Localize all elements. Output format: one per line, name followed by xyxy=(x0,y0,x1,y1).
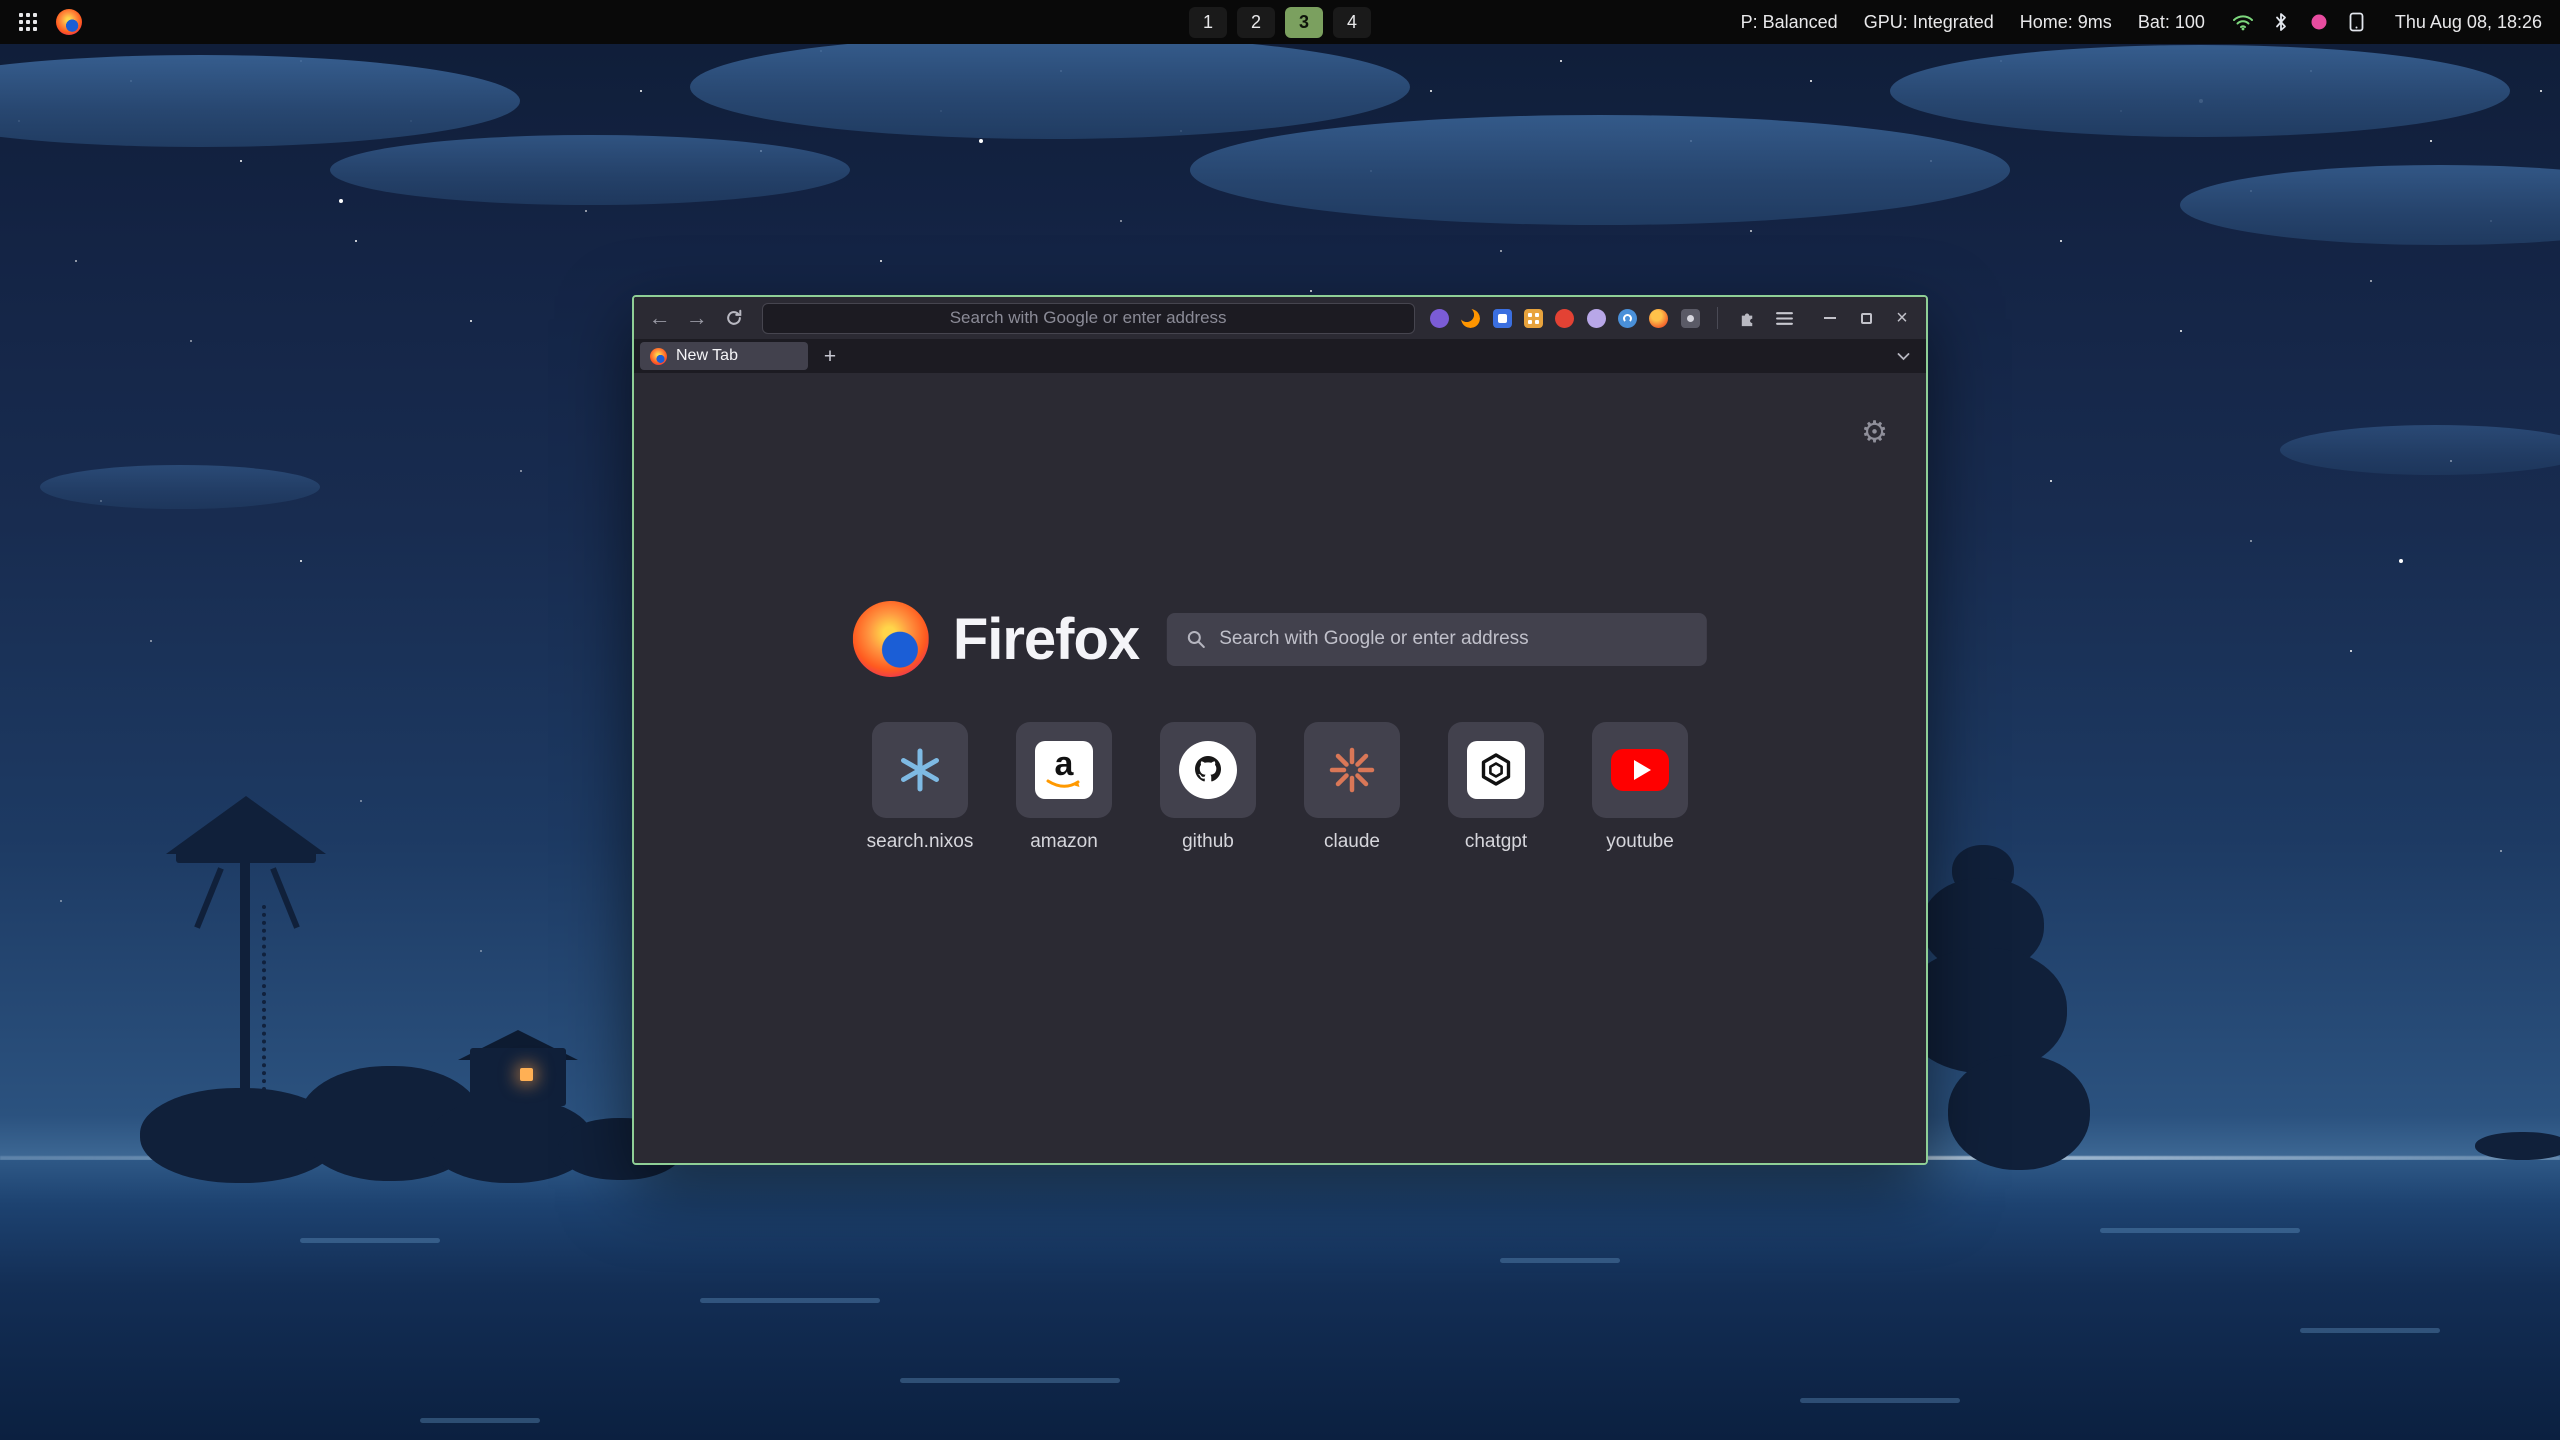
chatgpt-icon xyxy=(1467,741,1525,799)
shortcut-label: claude xyxy=(1324,831,1380,853)
top-status-bar: 1 2 3 4 P: Balanced GPU: Integrated Home… xyxy=(0,0,2560,44)
clock: Thu Aug 08, 18:26 xyxy=(2395,12,2542,33)
extension-icon-1[interactable] xyxy=(1427,305,1452,331)
search-icon xyxy=(1186,629,1206,649)
lit-window xyxy=(520,1068,533,1081)
reload-icon[interactable] xyxy=(718,302,749,334)
firefox-logo xyxy=(853,601,929,677)
home-latency-status: Home: 9ms xyxy=(2020,12,2112,33)
extension-icon-7[interactable] xyxy=(1615,305,1640,331)
workspace-4[interactable]: 4 xyxy=(1333,7,1371,38)
tab-new-tab[interactable]: New Tab xyxy=(640,342,808,370)
tab-bar: New Tab + xyxy=(634,339,1926,373)
shortcut-amazon[interactable]: a amazon xyxy=(1000,722,1128,853)
wifi-icon[interactable] xyxy=(2231,10,2255,34)
tab-title: New Tab xyxy=(676,347,738,365)
new-tab-button[interactable]: + xyxy=(816,342,844,370)
bluetooth-icon[interactable] xyxy=(2269,10,2293,34)
url-bar[interactable] xyxy=(762,303,1415,334)
newtab-hero: Firefox xyxy=(853,601,1707,677)
shortcut-claude[interactable]: claude xyxy=(1288,722,1416,853)
extension-icon-2[interactable] xyxy=(1458,305,1483,331)
extension-icon-6[interactable] xyxy=(1583,305,1608,331)
shortcut-label: youtube xyxy=(1606,831,1674,853)
shortcut-grid: search.nixos a amazon xyxy=(856,722,1704,853)
magenta-dot-icon[interactable] xyxy=(2307,10,2331,34)
battery-status: Bat: 100 xyxy=(2138,12,2205,33)
claude-icon xyxy=(1327,745,1377,795)
extension-icon-8[interactable] xyxy=(1646,305,1671,331)
workspace-3-active[interactable]: 3 xyxy=(1285,7,1323,38)
new-tab-page: ⚙ Firefox search.nixo xyxy=(634,373,1926,1163)
github-icon xyxy=(1179,741,1237,799)
apps-grid-icon[interactable] xyxy=(16,10,40,34)
shortcut-label: amazon xyxy=(1030,831,1098,853)
browser-toolbar: ← → xyxy=(634,297,1926,339)
settings-gear-icon[interactable]: ⚙ xyxy=(1861,415,1888,450)
extension-icon-4[interactable] xyxy=(1521,305,1546,331)
close-button[interactable]: × xyxy=(1888,304,1916,332)
newtab-search-bar[interactable] xyxy=(1167,613,1707,666)
ocean xyxy=(0,1160,2560,1440)
gpu-status: GPU: Integrated xyxy=(1864,12,1994,33)
cloud xyxy=(330,135,850,205)
shortcut-github[interactable]: github xyxy=(1144,722,1272,853)
workspace-switcher: 1 2 3 4 xyxy=(1189,7,1371,38)
cloud xyxy=(690,35,1410,139)
maximize-button[interactable] xyxy=(1852,304,1880,332)
forward-icon[interactable]: → xyxy=(681,302,712,334)
back-icon[interactable]: ← xyxy=(644,302,675,334)
extensions-puzzle-icon[interactable] xyxy=(1732,302,1763,334)
toolbar-separator xyxy=(1717,307,1718,329)
extension-icon-5[interactable] xyxy=(1552,305,1577,331)
workspace-2[interactable]: 2 xyxy=(1237,7,1275,38)
extension-icon-3[interactable] xyxy=(1489,305,1514,331)
shortcut-label: github xyxy=(1182,831,1234,853)
menu-hamburger-icon[interactable] xyxy=(1769,302,1800,334)
shortcut-label: chatgpt xyxy=(1465,831,1527,853)
cloud xyxy=(1190,115,2010,225)
youtube-icon xyxy=(1611,749,1669,791)
minimize-button[interactable] xyxy=(1816,304,1844,332)
shortcut-label: search.nixos xyxy=(867,831,974,853)
window-controls: × xyxy=(1816,304,1916,332)
cloud xyxy=(1890,45,2510,137)
amazon-icon: a xyxy=(1035,741,1093,799)
url-input[interactable] xyxy=(773,308,1404,328)
shortcut-chatgpt[interactable]: chatgpt xyxy=(1432,722,1560,853)
tray-icons xyxy=(2231,10,2369,34)
firefox-wordmark: Firefox xyxy=(953,606,1139,673)
power-profile-status: P: Balanced xyxy=(1741,12,1838,33)
shortcut-search-nixos[interactable]: search.nixos xyxy=(856,722,984,853)
tablet-icon[interactable] xyxy=(2345,10,2369,34)
newtab-search-input[interactable] xyxy=(1219,628,1688,650)
extension-icon-9[interactable] xyxy=(1677,305,1702,331)
firefox-window: ← → xyxy=(632,295,1928,1165)
nixos-snowflake-icon xyxy=(896,746,944,794)
workspace-1[interactable]: 1 xyxy=(1189,7,1227,38)
cloud xyxy=(40,465,320,509)
shortcut-youtube[interactable]: youtube xyxy=(1576,722,1704,853)
tab-list-chevron-icon[interactable] xyxy=(1888,342,1918,370)
firefox-favicon xyxy=(650,348,667,365)
firefox-launcher-icon[interactable] xyxy=(56,9,82,35)
